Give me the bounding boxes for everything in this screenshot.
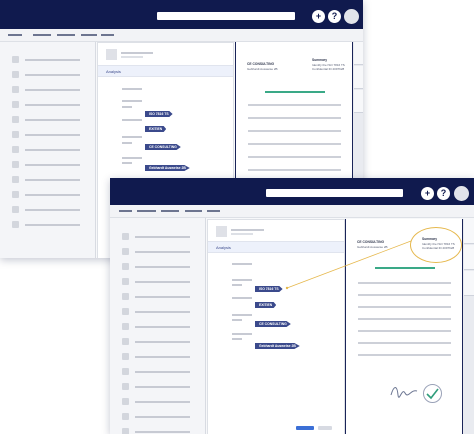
item-icon	[12, 146, 19, 153]
doc-summary-line2: Confidential ID 2097628	[312, 67, 345, 71]
plus-icon: +	[315, 11, 322, 21]
tab-1[interactable]	[8, 34, 22, 36]
doc-accent-line	[265, 91, 325, 93]
app-window-front: + ? Analysis ISO 7816 TS EXITIEN CE CONS…	[110, 178, 474, 434]
help-button[interactable]: ?	[328, 10, 341, 23]
doc-sender: CE CONSULTING	[247, 62, 275, 66]
sidebar-item[interactable]	[12, 131, 82, 139]
sidebar-item[interactable]	[12, 191, 82, 199]
sidebar-item[interactable]	[12, 176, 82, 184]
tab-5[interactable]	[101, 34, 114, 36]
rail-slot[interactable]	[354, 42, 363, 65]
sidebar-item[interactable]	[12, 86, 82, 94]
tab-3[interactable]	[57, 34, 75, 36]
sidebar-item[interactable]	[12, 206, 82, 214]
item-icon	[12, 221, 19, 228]
add-button[interactable]: +	[312, 10, 325, 23]
tab-4[interactable]	[81, 34, 97, 36]
sidebar-item[interactable]	[12, 56, 82, 64]
item-icon	[12, 116, 19, 123]
item-icon	[12, 206, 19, 213]
doc-sender-sub: Gebhardt Ausweise 2B	[247, 67, 278, 71]
help-icon: ?	[331, 11, 338, 21]
search-input[interactable]	[157, 12, 295, 20]
sidebar-item[interactable]	[12, 71, 82, 79]
item-icon	[12, 191, 19, 198]
panel-thumbnail	[106, 49, 117, 60]
item-icon	[12, 56, 19, 63]
sidebar-item[interactable]	[12, 146, 82, 154]
sidebar-item[interactable]	[12, 101, 82, 109]
sidebar-item[interactable]	[12, 116, 82, 124]
avatar-icon[interactable]	[344, 9, 359, 24]
tab-2[interactable]	[33, 34, 51, 36]
item-icon	[12, 161, 19, 168]
link-connector	[285, 240, 412, 290]
tab-analysis[interactable]: Analysis	[98, 65, 233, 77]
item-icon	[12, 71, 19, 78]
tag-ce-consulting[interactable]: CE CONSULTING	[145, 144, 181, 150]
sidebar-item[interactable]	[12, 161, 82, 169]
item-icon	[12, 101, 19, 108]
tag-iso[interactable]: ISO 7816 TS	[145, 111, 173, 117]
item-icon	[12, 131, 19, 138]
tab-strip	[0, 29, 363, 42]
top-bar: + ?	[0, 0, 363, 29]
doc-summary-title: Summary	[312, 58, 328, 62]
rail-slot[interactable]	[354, 66, 363, 89]
sidebar-item[interactable]	[12, 221, 82, 229]
tag-gebhardt[interactable]: Gebhardt Ausweise 2B	[145, 165, 190, 171]
item-icon	[12, 176, 19, 183]
sidebar	[0, 42, 96, 258]
item-icon	[12, 86, 19, 93]
rail-slot[interactable]	[354, 90, 363, 113]
tag-exitien[interactable]: EXITIEN	[145, 126, 167, 132]
